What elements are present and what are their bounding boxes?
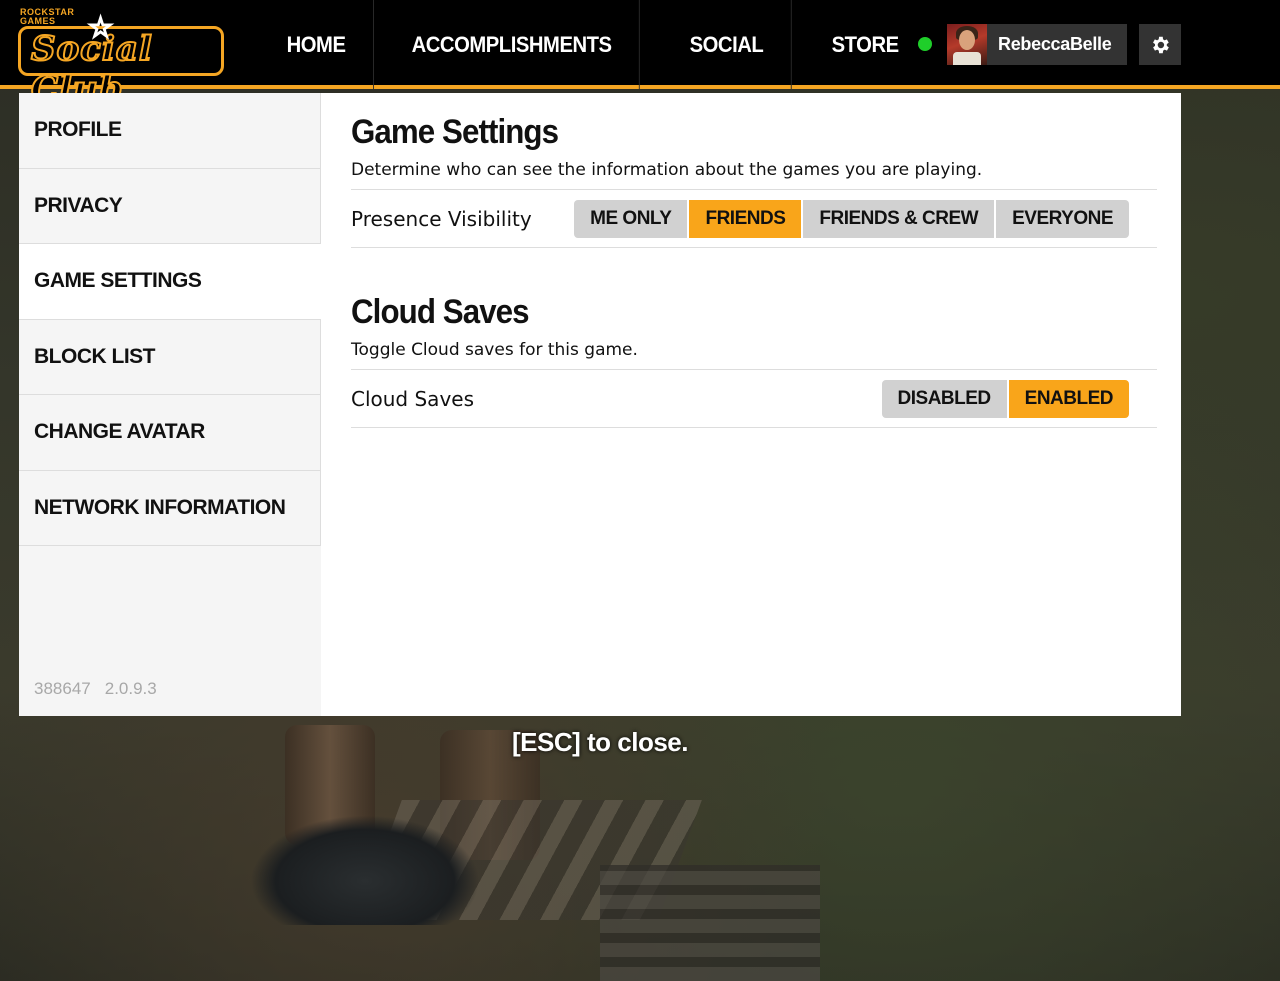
cloud-saves-option-disabled[interactable]: DISABLED [881, 379, 1009, 418]
sidebar-item-game-settings[interactable]: GAME SETTINGS [19, 244, 321, 320]
social-club-logo[interactable]: ROCKSTAR GAMES Social Club ☆ [16, 7, 228, 110]
game-settings-description: Determine who can see the information ab… [351, 160, 1157, 190]
presence-option-friends-crew[interactable]: FRIENDS & CREW [803, 199, 997, 238]
star-icon: ☆ [87, 12, 114, 43]
cloud-saves-selector: DISABLED ENABLED [881, 379, 1129, 418]
version-number: 2.0.9.3 [104, 679, 157, 698]
presence-option-me-only[interactable]: ME ONLY [574, 199, 690, 238]
cloud-saves-description: Toggle Cloud saves for this game. [351, 340, 1157, 370]
sidebar-item-change-avatar[interactable]: CHANGE AVATAR [19, 395, 321, 471]
hat-scenery [250, 815, 480, 925]
esc-close-hint: [ESC] to close. [512, 727, 688, 757]
username: RebeccaBelle [998, 34, 1112, 54]
nav-accomplishments[interactable]: ACCOMPLISHMENTS [384, 0, 641, 89]
sidebar: PROFILE PRIVACY GAME SETTINGS BLOCK LIST… [19, 93, 321, 716]
game-settings-title: Game Settings [351, 113, 559, 151]
user-profile-button[interactable]: RebeccaBelle [947, 24, 1127, 65]
nav-store[interactable]: STORE [804, 0, 926, 89]
nav-home[interactable]: HOME [259, 0, 374, 89]
sidebar-item-privacy[interactable]: PRIVACY [19, 168, 321, 244]
presence-visibility-selector: ME ONLY FRIENDS FRIENDS & CREW EVERYONE [574, 199, 1129, 238]
nav-social[interactable]: SOCIAL [662, 0, 793, 89]
top-bar: ROCKSTAR GAMES Social Club ☆ HOME ACCOMPL… [0, 0, 1280, 110]
cloud-saves-row: Cloud Saves DISABLED ENABLED [351, 370, 1157, 428]
cloud-saves-title: Cloud Saves [351, 293, 530, 331]
version-info: 388647 2.0.9.3 [34, 679, 171, 699]
sidebar-item-network-information[interactable]: NETWORK INFORMATION [19, 470, 321, 546]
presence-option-friends[interactable]: FRIENDS [689, 199, 804, 238]
online-status-icon [918, 37, 932, 51]
presence-option-everyone[interactable]: EVERYONE [996, 199, 1129, 238]
logo-publisher-text: ROCKSTAR GAMES [20, 7, 75, 26]
sidebar-item-profile[interactable]: PROFILE [19, 93, 321, 169]
cloud-saves-label: Cloud Saves [351, 386, 474, 411]
crate-scenery [600, 865, 820, 981]
settings-content: Game Settings Determine who can see the … [351, 93, 1157, 428]
settings-panel: PROFILE PRIVACY GAME SETTINGS BLOCK LIST… [19, 93, 1181, 716]
gear-icon [1153, 36, 1169, 53]
version-id: 388647 [34, 679, 91, 698]
sidebar-item-block-list[interactable]: BLOCK LIST [19, 319, 321, 395]
presence-visibility-row: Presence Visibility ME ONLY FRIENDS FRIE… [351, 190, 1157, 248]
main-nav: HOME ACCOMPLISHMENTS SOCIAL STORE [259, 0, 936, 89]
avatar [947, 24, 987, 65]
logo-badge: Social Club [18, 26, 224, 110]
presence-visibility-label: Presence Visibility [351, 206, 532, 231]
cloud-saves-option-enabled[interactable]: ENABLED [1008, 379, 1129, 418]
settings-button[interactable] [1139, 24, 1181, 65]
